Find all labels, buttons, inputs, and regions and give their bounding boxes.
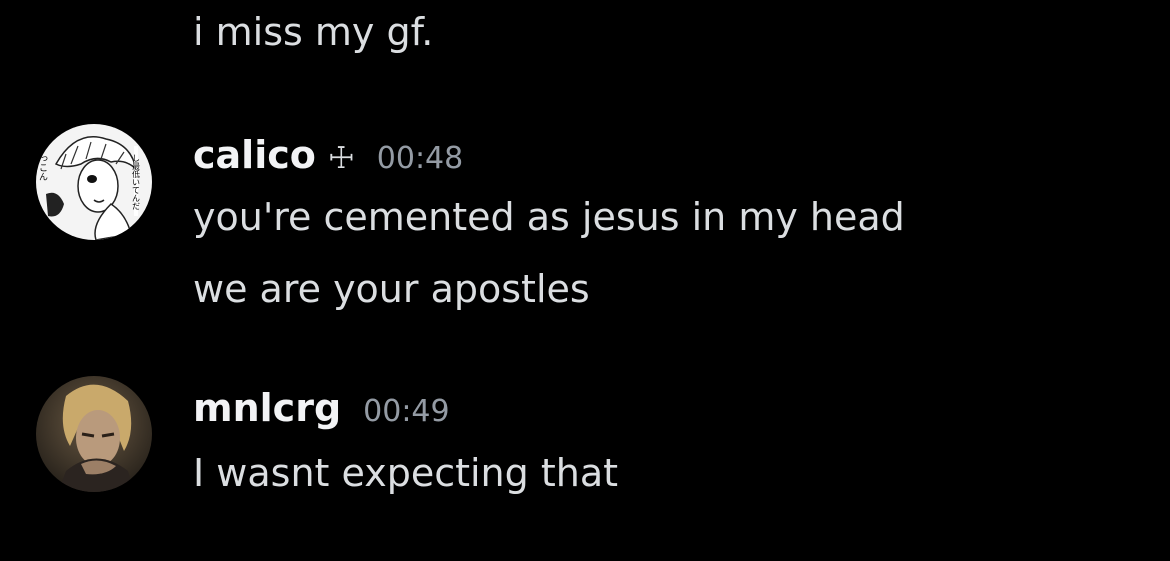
message-header-calico: calico ☩ 00:48	[193, 133, 463, 177]
svg-text:っこん: っこん	[37, 154, 48, 181]
avatar-mnlcrg[interactable]	[36, 376, 152, 492]
message-text[interactable]: we are your apostles	[193, 265, 590, 313]
message-text[interactable]: you're cemented as jesus in my head	[193, 193, 905, 241]
message-header-mnlcrg: mnlcrg 00:49	[193, 386, 450, 430]
cross-icon: ☩	[327, 141, 355, 176]
timestamp: 00:48	[376, 141, 464, 176]
avatar-image: し最低いてんだ っこん	[36, 124, 152, 240]
chat-log: i miss my gf. し最低いてんだ っこん calico ☩ 00:48…	[0, 0, 1170, 561]
svg-text:し最低いてんだ: し最低いてんだ	[132, 154, 141, 210]
avatar-image	[36, 376, 152, 492]
username-calico[interactable]: calico	[193, 133, 316, 177]
timestamp: 00:49	[363, 394, 450, 429]
message-text[interactable]: i miss my gf.	[193, 8, 433, 56]
message-text[interactable]: I wasnt expecting that	[193, 449, 618, 497]
avatar-calico[interactable]: し最低いてんだ っこん	[36, 124, 152, 240]
username-mnlcrg[interactable]: mnlcrg	[193, 386, 341, 430]
